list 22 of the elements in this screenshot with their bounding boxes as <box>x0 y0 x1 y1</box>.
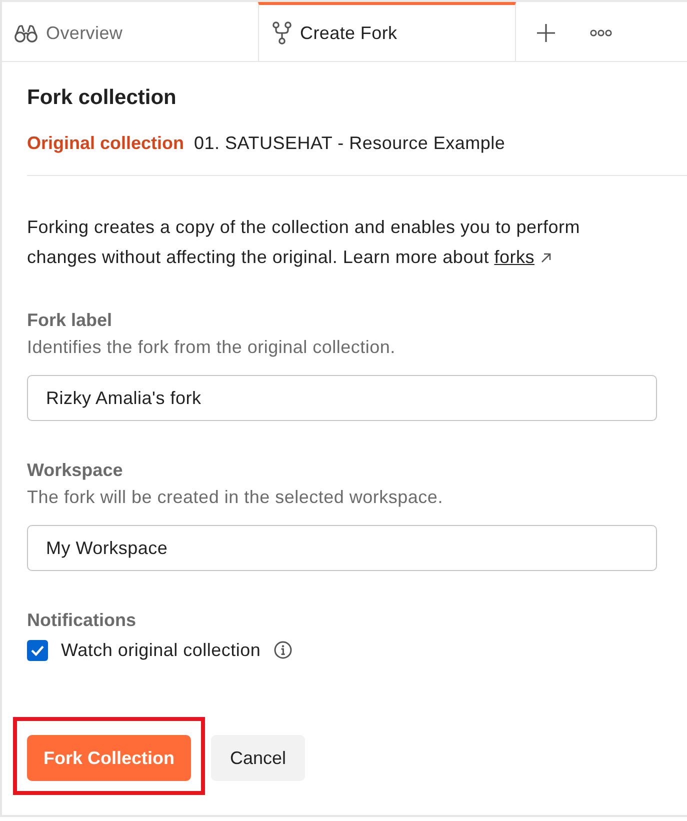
checkbox-label: Watch original collection <box>61 639 261 662</box>
plus-icon[interactable] <box>537 24 555 42</box>
field-hint: Identifies the fork from the original collection. <box>27 336 396 358</box>
checkbox[interactable] <box>27 640 48 660</box>
external-link-icon <box>541 253 552 263</box>
description-text: Forking creates a copy of the collection and enables you to perform changes without affecting the original. Learn more about forks <box>27 216 582 269</box>
original-collection-name: 01. SATUSEHAT - Resource Example <box>194 132 506 155</box>
info-icon[interactable] <box>274 641 292 659</box>
fork-icon <box>272 21 292 45</box>
original-collection-label: Original collection <box>27 132 184 155</box>
field-label: Fork label <box>27 309 114 331</box>
notifications-label: Notifications <box>27 609 138 631</box>
forks-link[interactable]: forks <box>494 247 534 267</box>
field-hint: The fork will be created in the selected workspace. <box>27 486 444 508</box>
binoculars-icon <box>14 23 38 43</box>
text-input[interactable]: My Workspace <box>27 525 657 571</box>
field-label: Workspace <box>27 459 124 481</box>
text-input[interactable]: Rizky Amalia's fork <box>27 375 657 421</box>
cancel-button[interactable]: Cancel <box>211 735 305 781</box>
panel-title: Fork collection <box>27 86 178 110</box>
tab[interactable]: Create Fork <box>258 2 516 61</box>
more-icon[interactable] <box>590 29 612 37</box>
